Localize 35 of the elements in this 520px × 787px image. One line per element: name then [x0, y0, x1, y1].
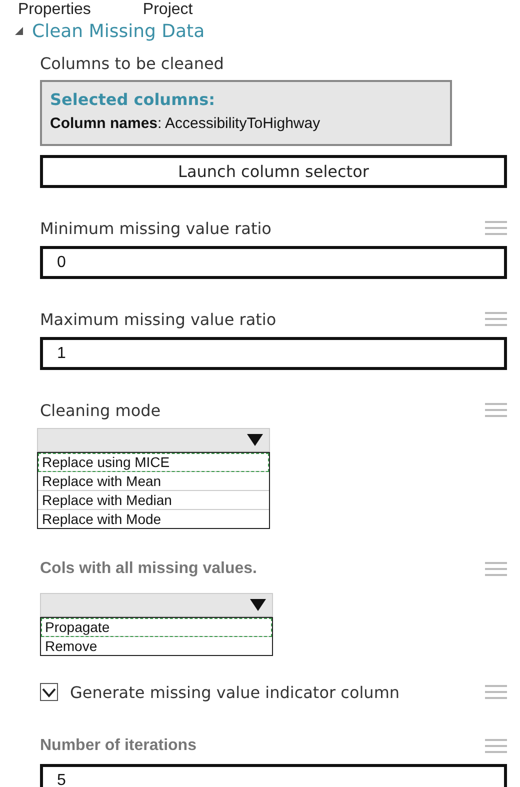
tab[interactable]: Properties: [18, 0, 91, 18]
dropdown-option[interactable]: Replace with Mode: [38, 510, 269, 528]
dropdown-option[interactable]: Remove: [41, 637, 272, 655]
input-field[interactable]: 5: [40, 764, 507, 787]
collapse-icon: [14, 26, 24, 36]
menu-icon: [485, 220, 507, 236]
section-header[interactable]: Clean Missing Data: [0, 18, 520, 44]
field-label: Cleaning mode: [40, 400, 161, 420]
launch-button[interactable]: Launch column selector: [40, 155, 507, 188]
dropdown-option[interactable]: Replace with Median: [38, 491, 269, 510]
dropdown-option[interactable]: Replace using MICE: [38, 453, 269, 472]
field-label: Maximum missing value ratio: [40, 310, 276, 328]
column-names-text: Column names: AccessibilityToHighway: [50, 115, 322, 132]
dropdown-option[interactable]: Replace with Mean: [38, 472, 269, 491]
menu-icon: [485, 561, 507, 577]
dropdown-arrow-icon: [247, 434, 263, 446]
input-field[interactable]: 1: [40, 337, 507, 370]
field-label: Number of iterations: [40, 737, 196, 755]
menu-icon: [485, 311, 507, 327]
dropdown[interactable]: [40, 593, 273, 617]
checkbox-label: Generate missing value indicator column: [70, 682, 401, 702]
input-field[interactable]: 0: [40, 246, 507, 279]
tab[interactable]: Project: [142, 0, 193, 18]
panel-heading: Selected columns:: [50, 90, 216, 109]
dropdown[interactable]: [37, 428, 270, 452]
dropdown-arrow-icon: [250, 599, 266, 611]
checkbox[interactable]: [40, 683, 58, 701]
menu-icon: [485, 738, 507, 754]
menu-icon: [485, 402, 507, 418]
checkmark-icon: [42, 686, 56, 698]
dropdown-option[interactable]: Propagate: [41, 618, 272, 637]
menu-icon: [485, 684, 507, 700]
field-label: Cols with all missing values.: [40, 560, 257, 578]
field-label: Minimum missing value ratio: [40, 218, 272, 238]
field-label: Columns to be cleaned: [40, 54, 225, 73]
